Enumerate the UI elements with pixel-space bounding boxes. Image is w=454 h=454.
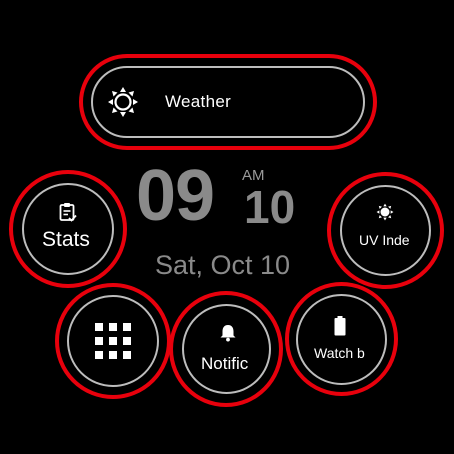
notifications-button[interactable] <box>182 304 271 394</box>
stats-label: Stats <box>42 228 90 251</box>
app-grid-icon <box>95 323 131 359</box>
watch-battery-label: Watch b <box>314 345 365 361</box>
uv-index-button[interactable] <box>340 185 431 276</box>
sun-icon <box>108 87 138 117</box>
clipboard-check-icon <box>59 203 77 222</box>
notifications-label: Notific <box>201 354 249 373</box>
uv-index-label: UV Inde <box>359 232 410 248</box>
weather-label: Weather <box>165 92 232 111</box>
clock-minute: 10 <box>244 181 296 233</box>
sun-icon <box>376 203 394 221</box>
clock-date: Sat, Oct 10 <box>155 250 291 280</box>
bell-icon <box>220 325 236 342</box>
clock-hour: 09 <box>136 156 215 236</box>
battery-icon <box>334 316 346 336</box>
watch-battery-button[interactable] <box>296 294 387 385</box>
